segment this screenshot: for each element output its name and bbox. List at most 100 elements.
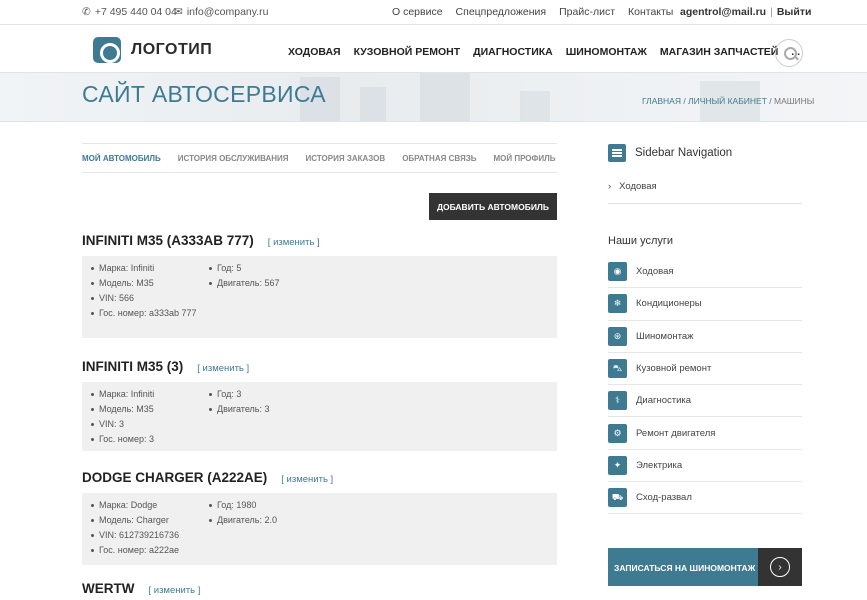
logo[interactable]: ЛОГОТИП xyxy=(93,37,212,63)
car-title: DODGE CHARGER (А222АЕ) xyxy=(82,470,268,485)
banner-building xyxy=(520,91,550,121)
service-item[interactable]: ⚕ Диагностика xyxy=(608,385,802,418)
main-nav: ХОДОВАЯ КУЗОВНОЙ РЕМОНТ ДИАГНОСТИКА ШИНО… xyxy=(288,46,800,58)
car-detail: Двигатель: 2.0 xyxy=(200,513,277,528)
car-title: INFINITI M35 (3) xyxy=(82,359,184,374)
top-bar: ✆ +7 495 440 04 04 ✉ info@company.ru О с… xyxy=(0,0,867,24)
service-label: Кузовной ремонт xyxy=(636,363,712,375)
car-details-left: Марка: Infiniti Модель: M35 VIN: 3 Гос. … xyxy=(82,387,200,447)
service-label: Сход-развал xyxy=(636,492,692,504)
chevron-right-icon: › xyxy=(770,557,790,577)
service-label: Ремонт двигателя xyxy=(636,427,716,439)
car-details-right: Год: 3 Двигатель: 3 xyxy=(200,387,269,417)
search-icon[interactable] xyxy=(775,39,803,67)
service-item[interactable]: ⛍ Кузовной ремонт xyxy=(608,353,802,386)
car-details-left: Марка: Infiniti Модель: M35 VIN: 566 Гос… xyxy=(82,261,200,321)
car-header: DODGE CHARGER (А222АЕ) [ изменить ] xyxy=(82,470,557,490)
banner-building xyxy=(420,73,470,121)
service-label: Диагностика xyxy=(636,395,692,407)
breadcrumb-home[interactable]: ГЛАВНАЯ xyxy=(642,96,681,106)
car-detail: Марка: Dodge xyxy=(82,498,200,513)
car-details: Марка: Infiniti Модель: M35 VIN: 566 Гос… xyxy=(82,256,557,338)
tab-my-car[interactable]: МОЙ АВТОМОБИЛЬ xyxy=(82,154,161,163)
sidebar-item-chassis[interactable]: › Ходовая xyxy=(608,181,657,192)
tab-service-history[interactable]: ИСТОРИЯ ОБСЛУЖИВАНИЯ xyxy=(178,154,289,163)
edit-car-link[interactable]: [ изменить ] xyxy=(268,237,320,248)
tab-order-history[interactable]: ИСТОРИЯ ЗАКАЗОВ xyxy=(306,154,386,163)
nav-parts-shop[interactable]: МАГАЗИН ЗАПЧАСТЕЙ xyxy=(660,46,778,58)
phone-number: +7 495 440 04 04 xyxy=(94,6,177,18)
car-detail: Двигатель: 567 xyxy=(200,276,279,291)
service-item[interactable]: ⛟ Сход-развал xyxy=(608,482,802,515)
service-item[interactable]: ⚙ Ремонт двигателя xyxy=(608,417,802,450)
tab-feedback[interactable]: ОБРАТНАЯ СВЯЗЬ xyxy=(402,154,476,163)
tab-profile[interactable]: МОЙ ПРОФИЛЬ xyxy=(493,154,555,163)
email-contact[interactable]: ✉ info@company.ru xyxy=(174,6,268,18)
car-card: WERTW [ изменить ] xyxy=(82,581,557,600)
site-header: ЛОГОТИП ХОДОВАЯ КУЗОВНОЙ РЕМОНТ ДИАГНОСТ… xyxy=(0,24,867,72)
menu-icon xyxy=(608,144,626,162)
phone-contact[interactable]: ✆ +7 495 440 04 04 xyxy=(82,6,177,18)
logo-icon xyxy=(93,37,121,63)
edit-car-link[interactable]: [ изменить ] xyxy=(281,474,333,485)
car-header: INFINITI M35 (3) [ изменить ] xyxy=(82,359,557,379)
car-detail: Марка: Infiniti xyxy=(82,387,200,402)
user-area: agentrol@mail.ru | Выйти xyxy=(680,6,811,18)
top-links: О сервисе Спецпредложения Прайс-лист Кон… xyxy=(392,6,673,18)
car-detail: Модель: M35 xyxy=(82,276,200,291)
logo-text: ЛОГОТИП xyxy=(131,41,213,58)
book-tire-service-button[interactable]: ЗАПИСАТЬСЯ НА ШИНОМОНТАЖ › xyxy=(608,548,802,586)
nav-diagnostics[interactable]: ДИАГНОСТИКА xyxy=(473,46,553,58)
breadcrumb: ГЛАВНАЯ / ЛИЧНЫЙ КАБИНЕТ / МАШИНЫ xyxy=(642,96,815,106)
nav-tire-service[interactable]: ШИНОМОНТАЖ xyxy=(566,46,647,58)
user-separator: | xyxy=(770,6,773,18)
car-detail: Марка: Infiniti xyxy=(82,261,200,276)
car-detail: Модель: Charger xyxy=(82,513,200,528)
sidebar-nav-header: Sidebar Navigation xyxy=(608,143,802,163)
page-title: САЙТ АВТОСЕРВИСА xyxy=(82,81,326,107)
car-body-icon: ⛍ xyxy=(608,359,627,379)
sidebar-item-label: Ходовая xyxy=(619,181,657,192)
account-tabs: МОЙ АВТОМОБИЛЬ ИСТОРИЯ ОБСЛУЖИВАНИЯ ИСТО… xyxy=(82,143,557,173)
car-card: INFINITI M35 (3) [ изменить ] Марка: Inf… xyxy=(82,359,557,451)
banner-building xyxy=(360,87,386,121)
link-pricelist[interactable]: Прайс-лист xyxy=(559,6,615,18)
email-address: info@company.ru xyxy=(186,6,269,18)
service-item[interactable]: ✦ Электрика xyxy=(608,450,802,483)
page-banner: САЙТ АВТОСЕРВИСА ГЛАВНАЯ / ЛИЧНЫЙ КАБИНЕ… xyxy=(0,72,867,122)
link-about[interactable]: О сервисе xyxy=(392,6,443,18)
light-bulb-icon: ✦ xyxy=(608,455,627,475)
car-title: INFINITI M35 (А333АВ 777) xyxy=(82,233,254,248)
breadcrumb-account[interactable]: ЛИЧНЫЙ КАБИНЕТ xyxy=(688,96,767,106)
car-details-left: Марка: Dodge Модель: Charger VIN: 612739… xyxy=(82,498,200,558)
add-car-button[interactable]: ДОБАВИТЬ АВТОМОБИЛЬ xyxy=(429,193,557,220)
service-label: Ходовая xyxy=(636,266,674,278)
services-list: ◉ Ходовая ❄ Кондиционеры ⊛ Шиномонтаж ⛍ Кузо… xyxy=(608,256,802,515)
nav-chassis[interactable]: ХОДОВАЯ xyxy=(288,46,341,58)
service-item[interactable]: ❄ Кондиционеры xyxy=(608,288,802,321)
service-item[interactable]: ◉ Ходовая xyxy=(608,256,802,289)
car-detail: Год: 3 xyxy=(200,387,269,402)
alignment-icon: ⛟ xyxy=(608,488,627,508)
edit-car-link[interactable]: [ изменить ] xyxy=(148,585,200,596)
chassis-icon: ◉ xyxy=(608,262,627,282)
logout-link[interactable]: Выйти xyxy=(777,6,812,18)
link-contacts[interactable]: Контакты xyxy=(628,6,673,18)
car-detail: VIN: 566 xyxy=(82,291,200,306)
car-detail: VIN: 612739216736 xyxy=(82,528,200,543)
car-title: WERTW xyxy=(82,581,135,596)
car-detail: Гос. номер: а222ае xyxy=(82,543,200,558)
edit-car-link[interactable]: [ изменить ] xyxy=(197,363,249,374)
service-label: Кондиционеры xyxy=(636,298,702,310)
stethoscope-icon: ⚕ xyxy=(608,391,627,411)
chevron-right-icon: › xyxy=(608,181,612,192)
cta-label: ЗАПИСАТЬСЯ НА ШИНОМОНТАЖ xyxy=(614,563,756,573)
envelope-icon: ✉ xyxy=(174,6,183,18)
air-conditioner-icon: ❄ xyxy=(608,294,627,314)
service-item[interactable]: ⊛ Шиномонтаж xyxy=(608,321,802,353)
link-offers[interactable]: Спецпредложения xyxy=(456,6,547,18)
car-details-right: Год: 5 Двигатель: 567 xyxy=(200,261,279,291)
car-detail: Двигатель: 3 xyxy=(200,402,269,417)
nav-body-repair[interactable]: КУЗОВНОЙ РЕМОНТ xyxy=(354,46,461,58)
user-email-link[interactable]: agentrol@mail.ru xyxy=(680,6,766,18)
